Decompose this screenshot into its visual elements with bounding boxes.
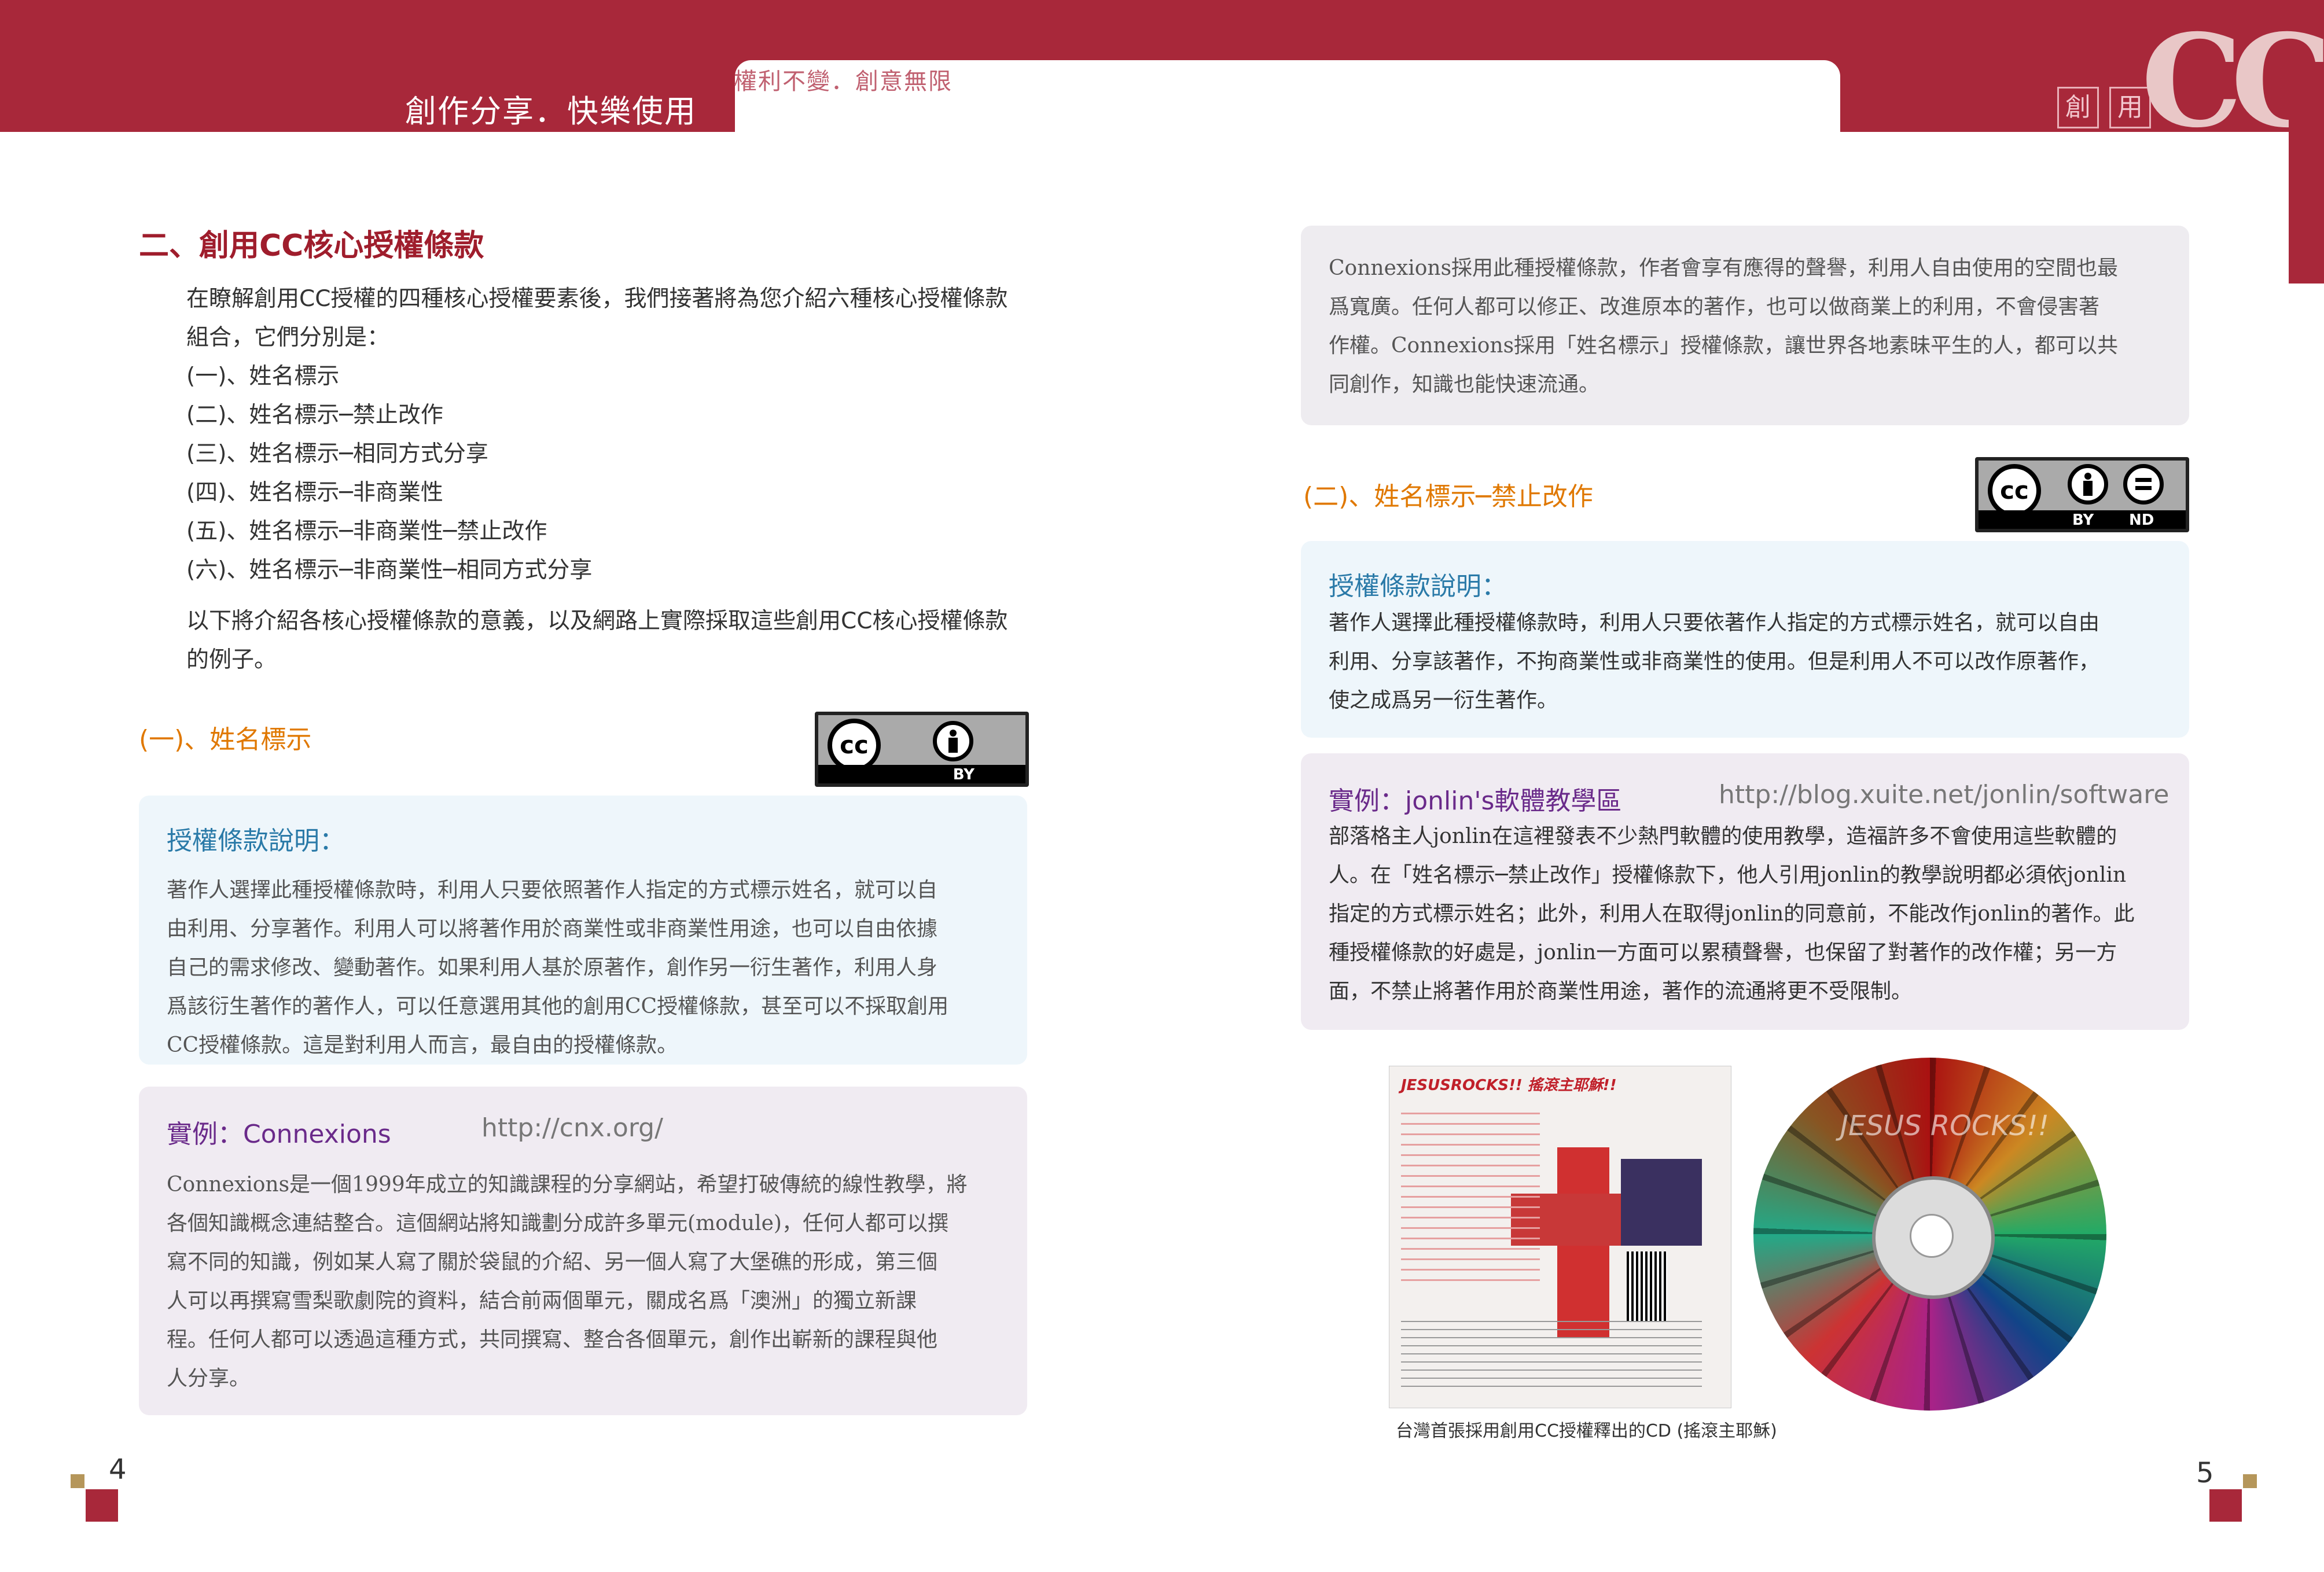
intro-line: 在瞭解創用CC授權的四種核心授權要素後，我們接著將為您介紹六種核心授權條款 [186,286,1008,312]
license-list-item: (二)、姓名標示─禁止改作 [186,402,443,428]
cc-icon: cc [828,719,881,772]
intro-line: 組合，它們分別是： [186,325,390,351]
example-line: Connexions是一個1999年成立的知識課程的分享網站，希望打破傳統的線性… [167,1173,968,1197]
right-edge-bar [2289,98,2324,284]
explain-line: 使之成爲另一衍生著作。 [1329,689,1558,712]
section-title: 二、創用CC核心授權條款 [139,229,484,263]
badge-label: BY ND [1979,510,2186,529]
no-derivatives-icon [2123,464,2164,505]
example-panel-connexions: 實例：Connexions http://cnx.org/ Connexions… [139,1087,1027,1415]
explain-line: CC授權條款。這是對利用人而言，最自由的授權條款。 [167,1033,678,1057]
license-list-item: (四)、姓名標示─非商業性 [186,480,443,506]
person-icon [933,721,973,761]
explain-line: 利用、分享該著作，不拘商業性或非商業性的使用。但是利用人不可以改作原著作， [1329,650,2100,673]
explain-heading: 授權條款說明： [167,826,345,856]
summary-line: 作權。Connexions採用「姓名標示」授權條款，讓世界各地素昧平生的人，都可… [1329,334,2119,358]
badge-label: BY [818,765,1025,783]
license-list-item: (五)、姓名標示─非商業性─禁止改作 [186,518,547,544]
header-box-1: 創 [2057,87,2099,128]
example-text: Connexions是一個1999年成立的知識課程的分享網站，希望打破傳統的線性… [167,1165,1012,1398]
explain-heading: 授權條款說明： [1329,572,1507,601]
example-url-link[interactable]: http://cnx.org/ [481,1113,663,1143]
page-number-left: 4 [109,1453,127,1486]
subsection-title-by: (一)、姓名標示 [139,725,312,754]
cc-icon: cc [1988,464,2041,517]
summary-line: Connexions採用此種授權條款，作者會享有應得的聲譽，利用人自由使用的空間… [1329,256,2119,280]
intro-paragraph: 在瞭解創用CC授權的四種核心授權要素後，我們接著將為您介紹六種核心授權條款 組合… [186,279,1054,590]
fine-print [1401,1321,1702,1390]
cd-disc-image: JESUS ROCKS!! [1753,1058,2106,1411]
example-panel-jonlin: 實例：jonlin's軟體教學區 http://blog.xuite.net/j… [1301,753,2189,1030]
example-line: 指定的方式標示姓名；此外，利用人在取得jonlin的同意前，不能改作jonlin… [1329,902,2135,926]
page-marker-small [71,1474,84,1488]
example-line: 人可以再撰寫雪梨歌劇院的資料，結合前兩個單元，關成名爲「澳洲」的獨立新課 [167,1289,917,1313]
cd-back-cover-image: JESUSROCKS!! 搖滾主耶穌!! [1389,1066,1731,1408]
example-text: 部落格主人jonlin在這裡發表不少熱門軟體的使用教學，造福許多不會使用這些軟體… [1329,817,2174,1011]
cc-by-nd-badge: cc BY ND [1975,457,2189,532]
page-marker-big [86,1489,118,1522]
explain-panel-by-nd: 授權條款說明： 著作人選擇此種授權條款時，利用人只要依著作人指定的方式標示姓名，… [1301,541,2189,738]
outro-line: 的例子。 [186,647,277,673]
explain-line: 自己的需求修改、變動著作。如果利用人基於原著作，創作另一衍生著作，利用人身 [167,956,938,980]
explain-line: 著作人選擇此種授權條款時，利用人只要依著作人指定的方式標示姓名，就可以自由 [1329,611,2100,635]
example-line: 人分享。 [167,1367,251,1390]
page-marker-small [2243,1474,2257,1488]
license-list-item: (六)、姓名標示─非商業性─相同方式分享 [186,557,593,583]
track-list [1401,1113,1540,1286]
subsection-title-by-nd: (二)、姓名標示─禁止改作 [1303,482,1593,511]
example-line: 人。在「姓名標示─禁止改作」授權條款下，他人引用jonlin的教學說明都必須依j… [1329,863,2127,887]
example-line: 各個知識概念連結整合。這個網站將知識劃分成許多單元(module)，任何人都可以… [167,1212,948,1235]
page-marker-big [2209,1489,2242,1522]
page-number-right: 5 [2196,1457,2214,1489]
summary-line: 爲寬廣。任何人都可以修正、改進原本的著作，也可以做商業上的利用，不會侵害著 [1329,295,2100,319]
outro-paragraph: 以下將介紹各核心授權條款的意義，以及網路上實際採取這些創用CC核心授權條款 的例… [186,602,1054,679]
header-title: 創作分享．快樂使用 [405,93,697,130]
explain-text: 著作人選擇此種授權條款時，利用人只要依著作人指定的方式標示姓名，就可以自由 利用… [1329,603,2174,720]
header-slogan: 權利不變．創意無限 [734,68,953,95]
summary-text: Connexions採用此種授權條款，作者會享有應得的聲譽，利用人自由使用的空間… [1329,249,2174,404]
example-line: 寫不同的知識，例如某人寫了關於袋鼠的介紹、另一個人寫了大堡礁的形成，第三個 [167,1250,938,1274]
cd-disc-text: JESUS ROCKS!! [1840,1110,2049,1142]
outro-line: 以下將介紹各核心授權條款的意義，以及網路上實際採取這些創用CC核心授權條款 [186,608,1008,634]
badge-label-by: BY [2072,511,2094,529]
example-heading: 實例：Connexions [167,1120,391,1149]
cd-title: JESUSROCKS!! 搖滾主耶穌!! [1401,1077,1617,1094]
explain-line: 著作人選擇此種授權條款時，利用人只要依照著作人指定的方式標示姓名，就可以自 [167,878,938,902]
connexions-summary-panel: Connexions採用此種授權條款，作者會享有應得的聲譽，利用人自由使用的空間… [1301,226,2189,425]
example-heading: 實例：jonlin's軟體教學區 [1329,786,1622,816]
example-line: 部落格主人jonlin在這裡發表不少熱門軟體的使用教學，造福許多不會使用這些軟體… [1329,824,2117,848]
explain-panel-by: 授權條款說明： 著作人選擇此種授權條款時，利用人只要依照著作人指定的方式標示姓名… [139,796,1027,1065]
badge-label-nd: ND [2129,511,2154,529]
license-list-item: (三)、姓名標示─相同方式分享 [186,441,488,467]
explain-text: 著作人選擇此種授權條款時，利用人只要依照著作人指定的方式標示姓名，就可以自 由利… [167,871,1012,1065]
example-line: 面，不禁止將著作用於商業性用途，著作的流通將更不受限制。 [1329,980,1913,1003]
summary-line: 同創作，知識也能快速流通。 [1329,373,1600,396]
explain-line: 由利用、分享著作。利用人可以將著作用於商業性或非商業性用途，也可以自由依據 [167,917,938,941]
person-icon [2068,464,2108,505]
example-line: 程。任何人都可以透過這種方式，共同撰寫、整合各個單元，創作出嶄新的課程與他 [167,1328,938,1352]
explain-line: 爲該衍生著作的著作人，可以任意選用其他的創用CC授權條款，甚至可以不採取創用 [167,995,949,1018]
license-list-item: (一)、姓名標示 [186,363,340,389]
cd-caption: 台灣首張採用創用CC授權釋出的CD (搖滾主耶穌) [1396,1421,1777,1441]
example-line: 種授權條款的好處是，jonlin一方面可以累積聲譽，也保留了對著作的改作權；另一… [1329,941,2117,964]
barcode [1627,1251,1667,1321]
cc-by-badge: cc BY [815,712,1029,787]
example-url-link[interactable]: http://blog.xuite.net/jonlin/software [1719,780,2169,809]
